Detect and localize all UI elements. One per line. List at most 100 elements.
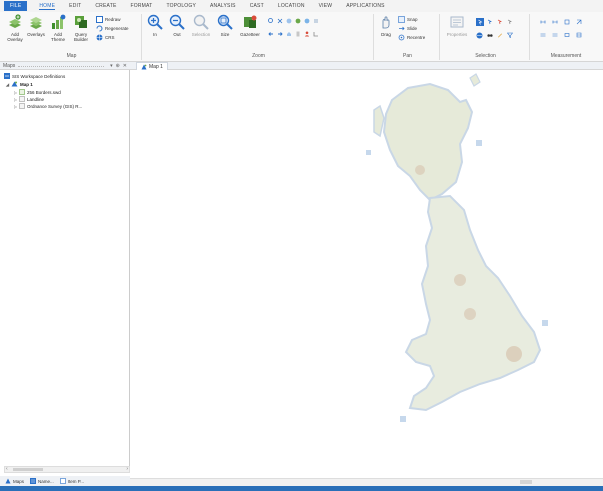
menu-home[interactable]: HOME [39,3,56,10]
zoom-tool-icon-4[interactable] [295,18,301,24]
zoom-tool-icon-1[interactable] [268,18,274,24]
zoom-tool-icon-5[interactable] [304,18,310,24]
properties-button[interactable]: Properties [444,14,470,37]
menu-format[interactable]: FORMAT [131,3,153,9]
ribbon-group-measurement: Measurement [532,14,600,60]
document-tab-map1[interactable]: Map 1 [136,62,168,70]
panel-pin-button[interactable]: ⊕ [116,63,120,69]
crs-button[interactable]: CRS [96,34,115,41]
tree-item-map[interactable]: ◢ Map 1 [6,81,33,87]
menu-location[interactable]: LOCATION [278,3,305,9]
map-land-scotland [382,82,474,202]
slide-icon [399,26,405,31]
zoom-tool-icon-6[interactable] [313,18,319,24]
panel-header-gripper[interactable] [18,64,105,67]
map-group-label: Map [66,53,77,59]
zoom-size-button[interactable]: Size [216,14,234,37]
status-bar [0,486,603,491]
measure-icon-6[interactable] [552,32,558,38]
ribbon-group-zoom: In Out Selection Size Gazetteer Zoom [144,14,374,60]
person-icon[interactable] [304,31,310,37]
scroll-right-arrow[interactable]: › [126,466,128,472]
bookmark-icon[interactable] [295,31,301,37]
measure-icon-1[interactable] [540,19,546,25]
measure-icon-8[interactable] [576,32,582,38]
menu-applications[interactable]: APPLICATIONS [346,3,384,9]
tree-item-ordnance-survey[interactable]: ▷ Ordnance Survey (GIS) R... [14,103,82,109]
map-scroll-thumb[interactable] [520,480,532,484]
select-tool-icon-3[interactable] [497,19,503,25]
redraw-button[interactable]: Redraw [96,16,121,23]
tree-root-label: SIS Workspace Definitions [12,73,66,79]
menu-bar: FILE HOME EDIT CREATE FORMAT TOPOLOGY AN… [0,0,603,12]
menu-create[interactable]: CREATE [95,3,116,9]
recentre-button[interactable]: Recentre [398,34,425,41]
map-water-tile [476,140,482,146]
zoom-out-button[interactable]: Out [168,14,186,37]
properties-icon [59,478,66,484]
scroll-thumb[interactable] [13,468,43,471]
regenerate-button[interactable]: Regenerate [96,25,129,32]
zoom-tool-icon-2[interactable] [277,18,283,24]
zoom-tool-icon-3[interactable] [286,18,292,24]
map-horizontal-scrollbar[interactable] [130,478,603,486]
gazetteer-button[interactable]: Gazetteer [238,14,262,37]
map-water-tile [400,416,406,422]
tree-item-borders[interactable]: ▷ 256 Borders.swd [14,89,61,95]
select-tool-icon-4[interactable] [507,19,513,25]
tree-root[interactable]: SIS Workspace Definitions [4,73,65,79]
slide-button[interactable]: Slide [398,25,417,32]
panel-tab-name[interactable]: Name... [30,478,54,484]
panel-dropdown-button[interactable]: ▾ [110,63,113,69]
menu-file[interactable]: FILE [4,1,28,11]
recentre-icon [398,34,405,41]
back-arrow-icon[interactable] [268,31,274,37]
pencil-icon[interactable] [497,32,503,38]
select-arrow-icon[interactable] [476,18,484,26]
add-overlay-button[interactable]: Add Overlay [5,14,25,42]
tree-item-landline[interactable]: ▷ Landline [14,96,44,102]
panel-tab-item-properties[interactable]: Item P... [59,478,84,484]
overlays-button[interactable]: Overlays [26,14,46,37]
zoom-size-icon [217,14,233,30]
scroll-left-arrow[interactable]: ‹ [6,466,8,472]
add-theme-label: Add Theme [50,32,65,42]
forward-arrow-icon[interactable] [277,31,283,37]
measure-icon-7[interactable] [564,32,570,38]
select-globe-icon[interactable] [476,32,483,39]
map-urban-birmingham [464,308,476,320]
select-tool-icon-2[interactable] [487,19,493,25]
measure-icon-5[interactable] [540,32,546,38]
snap-button[interactable]: Snap [398,16,418,23]
measure-icon-3[interactable] [564,19,570,25]
panel-close-button[interactable]: ✕ [123,63,127,69]
menu-edit[interactable]: EDIT [69,3,81,9]
tree-horizontal-scrollbar[interactable]: ‹ › [4,466,130,473]
map-canvas[interactable] [130,70,603,478]
add-theme-button[interactable]: Add Theme [48,14,68,42]
map-urban-glasgow [415,165,425,175]
home-icon[interactable] [286,31,292,37]
regenerate-icon [96,25,103,32]
ribbon-group-map: Add Overlay Overlays Add Theme Query Bui… [2,14,142,60]
query-builder-button[interactable]: Query Builder [70,14,92,42]
drag-button[interactable]: Drag [378,14,394,37]
menu-analysis[interactable]: ANALYSIS [210,3,236,9]
marker-icon[interactable] [313,31,319,37]
panel-tab-maps[interactable]: Maps [5,478,24,484]
filter-icon[interactable] [507,32,513,38]
menu-cast[interactable]: CAST [250,3,264,9]
map-land-england-wales [404,194,542,412]
zoom-in-button[interactable]: In [146,14,164,37]
maps-panel-title: Maps [3,62,16,69]
measure-icon-2[interactable] [552,19,558,25]
binoculars-icon[interactable] [487,32,493,38]
globe-icon [96,34,103,41]
zoom-selection-button[interactable]: Selection [190,14,212,37]
menu-view[interactable]: VIEW [319,3,333,9]
list-icon [30,478,37,484]
pan-group-label: Pan [403,53,412,59]
ribbon-group-selection: Properties Selection [442,14,530,60]
menu-topology[interactable]: TOPOLOGY [166,3,196,9]
measure-icon-4[interactable] [576,19,582,25]
